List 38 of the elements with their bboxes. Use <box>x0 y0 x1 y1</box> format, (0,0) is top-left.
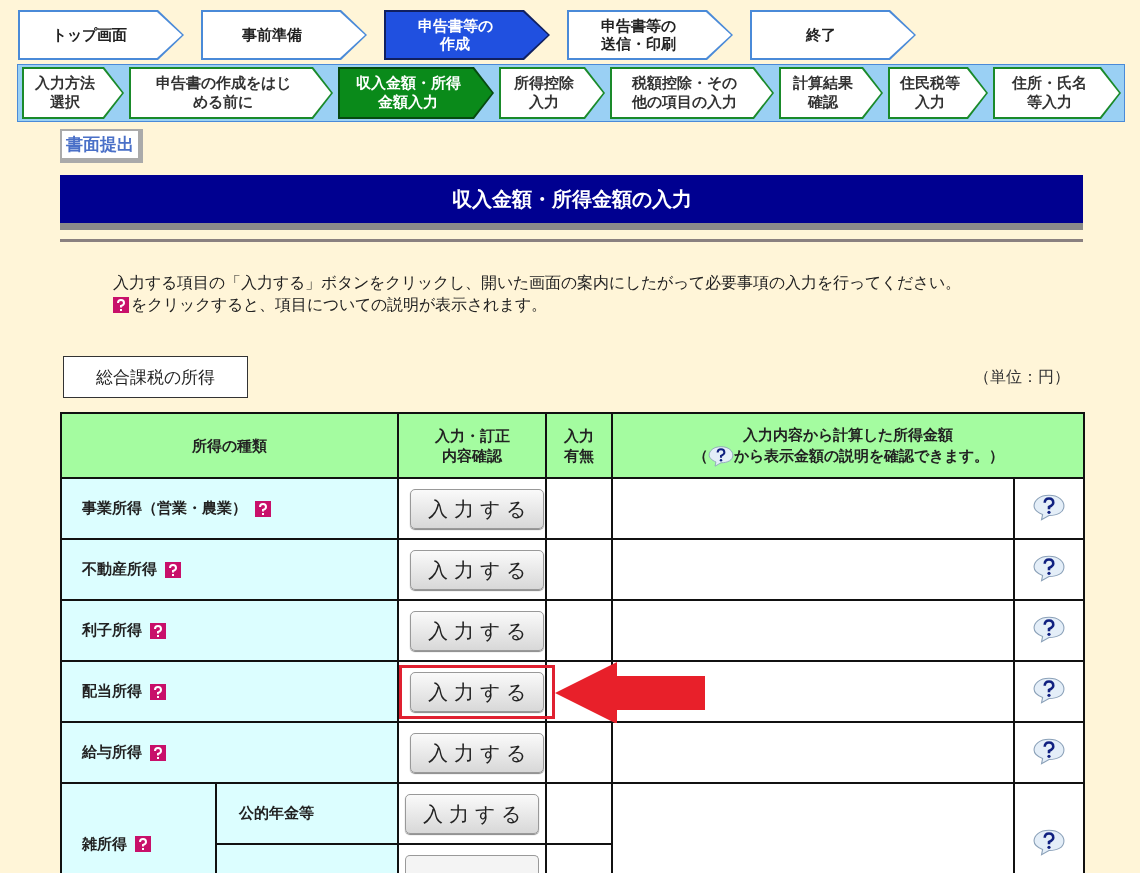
substep-tab[interactable]: 税額控除・その 他の項目の入力 <box>610 67 774 119</box>
substep-tab[interactable]: 住所・氏名 等入力 <box>993 67 1121 119</box>
step-tab[interactable]: 申告書等の 送信・印刷 <box>567 10 733 60</box>
input-button[interactable]: 入力する <box>410 671 544 712</box>
column-header: から表示金額の説明を確認できます。） <box>733 445 1004 466</box>
instruction-text: をクリックすると、項目についての説明が表示されます。 <box>131 294 547 316</box>
paper-submit-button[interactable]: 書面提出 <box>60 129 143 163</box>
substep-tab[interactable]: 収入金額・所得 金額入力 <box>338 67 494 119</box>
income-type-label: 不動産所得 <box>82 560 157 578</box>
substep-tab[interactable]: 計算結果 確認 <box>779 67 883 119</box>
step-tab[interactable]: トップ画面 <box>18 10 184 60</box>
input-button[interactable]: 入力する <box>405 793 539 834</box>
substep-tab[interactable]: 所得控除 入力 <box>499 67 605 119</box>
income-type-label: 雑所得 <box>82 834 127 853</box>
income-subtype-label: 公的年金等 <box>239 804 314 822</box>
section-label: 総合課税の所得 <box>63 356 248 398</box>
unit-label: （単位：円） <box>974 366 1070 388</box>
step-tab[interactable]: 申告書等の 作成 <box>384 10 550 60</box>
income-type-label: 配当所得 <box>82 682 142 700</box>
input-button[interactable]: 入力する <box>410 488 544 529</box>
substep-tab[interactable]: 入力方法 選択 <box>22 67 124 119</box>
column-header: 入力内容から計算した所得金額 <box>742 424 954 445</box>
step-tab[interactable]: 終了 <box>750 10 916 60</box>
substep-tab[interactable]: 申告書の作成をはじ める前に <box>129 67 333 119</box>
column-header: 所得の種類 <box>61 413 398 478</box>
input-button[interactable]: 入力する <box>410 549 544 590</box>
income-type-label: 給与所得 <box>82 743 142 761</box>
column-header: （ <box>692 445 708 466</box>
instruction-text: 入力する項目の「入力する」ボタンをクリックし、開いた画面の案内にしたがって必要事項の入力を行ってください。 <box>113 272 962 294</box>
income-type-label: 事業所得（営業・農業） <box>82 499 247 517</box>
input-button[interactable]: 入力する <box>410 610 544 651</box>
column-header: 入力・訂正 内容確認 <box>398 413 546 478</box>
input-button[interactable]: 入力する <box>410 732 544 773</box>
page-title: 収入金額・所得金額の入力 <box>60 175 1083 230</box>
income-type-label: 利子所得 <box>82 621 142 639</box>
substep-tab[interactable]: 住民税等 入力 <box>888 67 988 119</box>
column-header: 入力 有無 <box>546 413 612 478</box>
step-tab[interactable]: 事前準備 <box>201 10 367 60</box>
